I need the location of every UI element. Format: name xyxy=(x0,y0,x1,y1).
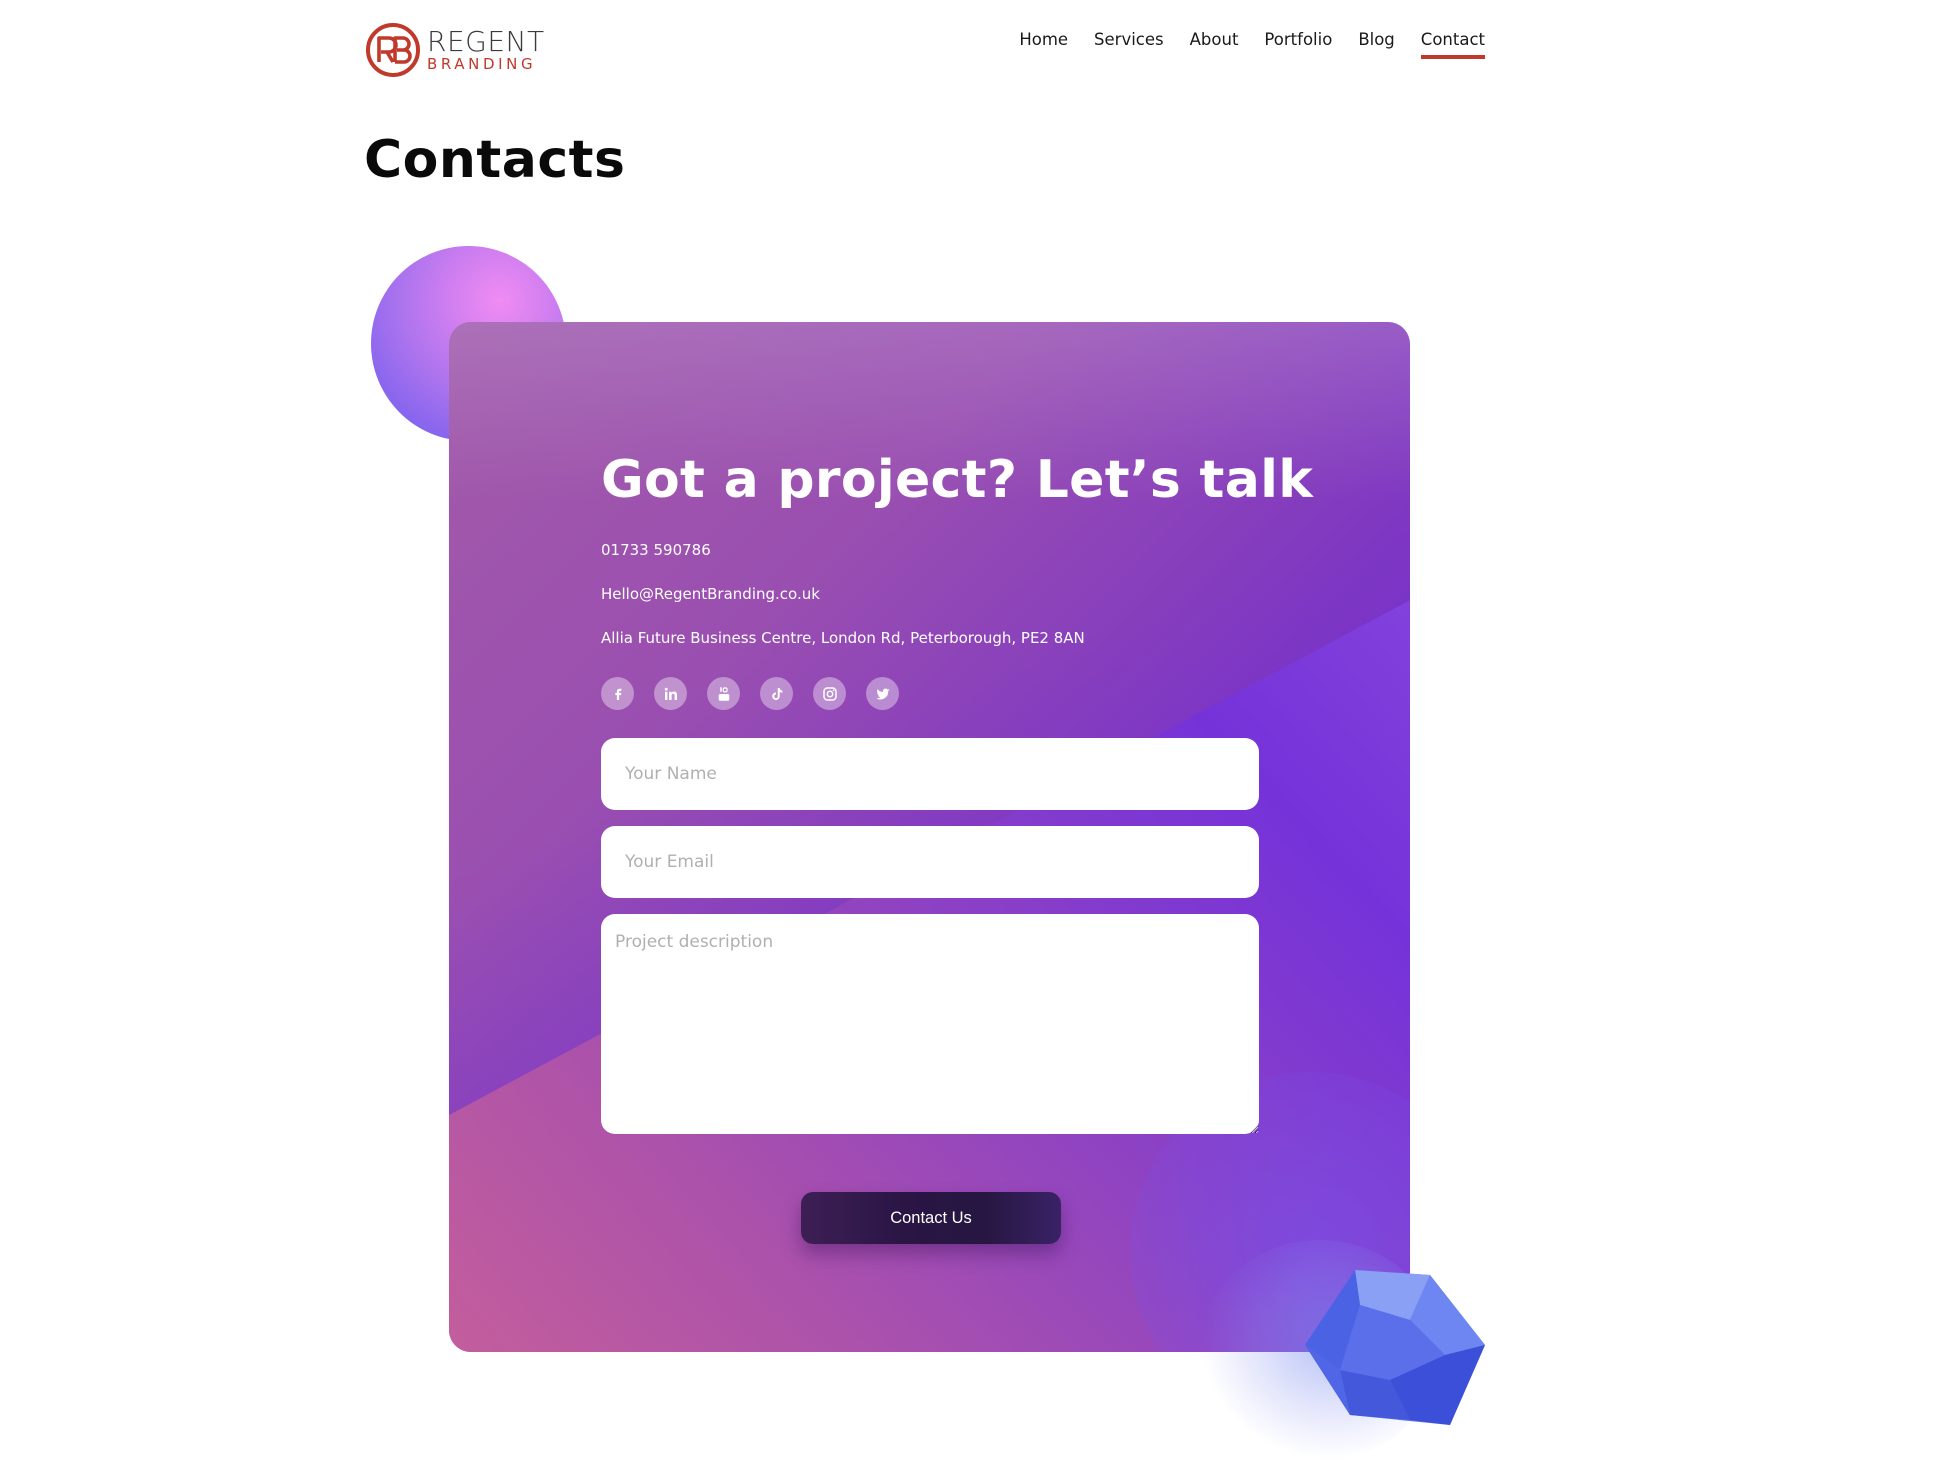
nav-item-portfolio[interactable]: Portfolio xyxy=(1264,30,1332,55)
name-input[interactable] xyxy=(601,738,1259,810)
twitter-link[interactable] xyxy=(866,677,899,710)
linkedin-icon xyxy=(664,687,677,700)
facebook-link[interactable] xyxy=(601,677,634,710)
youtube-icon xyxy=(718,686,729,701)
tiktok-link[interactable] xyxy=(760,677,793,710)
instagram-icon xyxy=(822,686,837,701)
decorative-gem xyxy=(1305,1270,1485,1425)
brand-wordmark: REGENT BRANDING xyxy=(427,28,545,72)
instagram-link[interactable] xyxy=(813,677,846,710)
contact-address: Allia Future Business Centre, London Rd,… xyxy=(601,629,1085,647)
project-description-input[interactable] xyxy=(601,914,1259,1134)
email-input[interactable] xyxy=(601,826,1259,898)
main-nav: Home Services About Portfolio Blog Conta… xyxy=(993,30,1486,59)
brand-name-line1: REGENT xyxy=(427,25,545,58)
tiktok-icon xyxy=(771,687,782,700)
contact-phone[interactable]: 01733 590786 xyxy=(601,541,711,559)
regent-logo-icon xyxy=(366,23,420,77)
brand-logo[interactable]: REGENT BRANDING xyxy=(365,22,545,78)
nav-item-about[interactable]: About xyxy=(1190,30,1239,55)
contact-email[interactable]: Hello@RegentBranding.co.uk xyxy=(601,585,820,603)
nav-item-contact[interactable]: Contact xyxy=(1420,30,1486,59)
card-heading: Got a project? Let’s talk xyxy=(601,450,1314,510)
brand-name-line2: BRANDING xyxy=(427,55,537,73)
nav-item-home[interactable]: Home xyxy=(1019,30,1068,55)
linkedin-link[interactable] xyxy=(654,677,687,710)
twitter-icon xyxy=(875,688,890,699)
page-title: Contacts xyxy=(364,130,626,190)
social-links xyxy=(601,677,899,710)
contact-card: Got a project? Let’s talk 01733 590786 H… xyxy=(449,322,1410,1352)
facebook-icon xyxy=(614,688,621,700)
nav-item-blog[interactable]: Blog xyxy=(1358,30,1394,55)
contact-us-button[interactable]: Contact Us xyxy=(801,1192,1061,1244)
nav-item-services[interactable]: Services xyxy=(1094,30,1164,55)
youtube-link[interactable] xyxy=(707,677,740,710)
site-header: REGENT BRANDING Home Services About Port… xyxy=(365,20,1486,80)
